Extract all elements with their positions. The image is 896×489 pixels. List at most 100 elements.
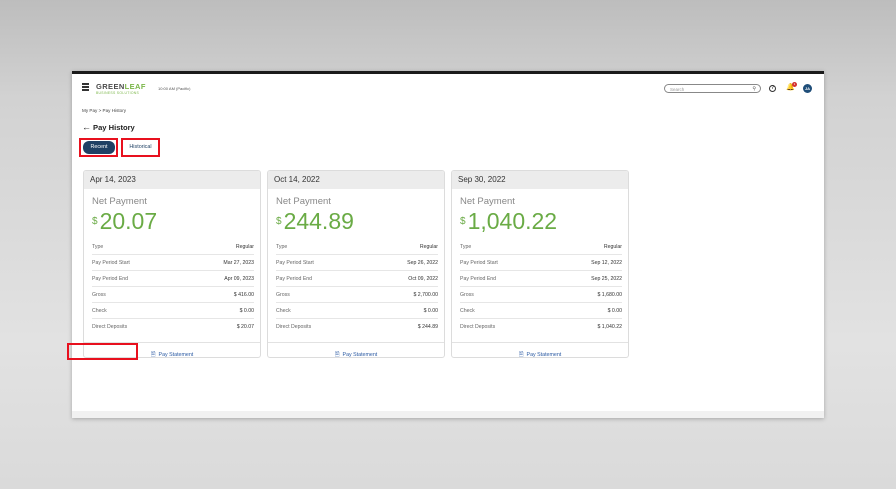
current-time: 10:00 AM (Pacific) [158, 86, 191, 91]
row-value: $ 244.89 [417, 324, 438, 330]
net-payment-label: Net Payment [92, 196, 147, 207]
row-label: Pay Period Start [460, 259, 498, 266]
row-value: $ 416.00 [233, 291, 254, 298]
pay-details: Type Regular Pay Period Start Mar 27, 2023… [92, 239, 254, 335]
card-footer: 🗎 Pay Statement [268, 342, 444, 358]
logo-text-leaf: LEAF [124, 82, 146, 91]
row-value: Sep 26, 2022 [407, 259, 438, 266]
row-period-start: Pay Period Start Sep 12, 2022 [460, 255, 622, 271]
row-value: Regular [603, 243, 622, 250]
net-payment-amount: $244.89 [276, 208, 354, 235]
pay-statement-button[interactable]: 🗎 Pay Statement [150, 347, 194, 358]
row-period-end: Pay Period End Oct 09, 2022 [276, 271, 438, 287]
row-gross: Gross $ 1,680.00 [460, 287, 622, 303]
pay-card: Apr 14, 2023 Net Payment $20.07 Type Regu… [83, 170, 261, 358]
document-icon: 🗎 [518, 352, 524, 358]
logo-text-green: GREEN [96, 82, 125, 91]
pay-statement-button[interactable]: 🗎 Pay Statement [518, 347, 562, 358]
row-value: Mar 27, 2023 [223, 259, 254, 266]
row-period-end: Pay Period End Sep 25, 2022 [460, 271, 622, 287]
row-value: Apr 09, 2023 [224, 275, 254, 282]
net-payment-amount: $20.07 [92, 208, 157, 235]
net-payment-label: Net Payment [276, 196, 331, 207]
row-value: Regular [235, 243, 254, 250]
pay-card: Oct 14, 2022 Net Payment $244.89 Type Reg… [267, 170, 445, 358]
pay-date: Oct 14, 2022 [268, 171, 444, 189]
row-label: Check [460, 307, 475, 314]
row-label: Gross [276, 291, 290, 298]
row-direct-deposits: Direct Deposits $ 244.89 [276, 319, 438, 335]
search-input[interactable] [670, 86, 748, 92]
pay-statement-button[interactable]: 🗎 Pay Statement [334, 347, 378, 358]
row-direct-deposits: Direct Deposits $ 1,040.22 [460, 319, 622, 335]
row-label: Direct Deposits [276, 324, 312, 330]
net-payment-value: 20.07 [99, 208, 158, 234]
row-gross: Gross $ 2,700.00 [276, 287, 438, 303]
pay-statement-label: Pay Statement [158, 352, 194, 358]
row-label: Pay Period End [460, 275, 497, 282]
currency-symbol: $ [460, 216, 466, 227]
row-label: Gross [460, 291, 474, 298]
row-label: Type [92, 243, 104, 250]
row-label: Check [276, 307, 291, 314]
row-label: Type [276, 243, 288, 250]
search-box[interactable]: ⚲ [664, 84, 761, 93]
net-payment-amount: $1,040.22 [460, 208, 557, 235]
row-value: Sep 12, 2022 [591, 259, 622, 266]
row-label: Pay Period End [276, 275, 313, 282]
tab-historical[interactable]: Historical [124, 141, 157, 154]
currency-symbol: $ [276, 216, 282, 227]
menu-icon[interactable] [82, 83, 89, 91]
back-arrow-icon[interactable]: ← [82, 122, 91, 132]
company-logo[interactable]: GREENLEAF BUSINESS SOLUTIONS [96, 83, 152, 97]
page-title: Pay History [93, 123, 135, 132]
pay-date: Sep 30, 2022 [452, 171, 628, 189]
pay-statement-label: Pay Statement [526, 352, 562, 358]
row-value: Oct 09, 2022 [408, 275, 438, 282]
row-value: Sep 25, 2022 [591, 275, 622, 282]
row-type: Type Regular [92, 239, 254, 255]
row-period-end: Pay Period End Apr 09, 2023 [92, 271, 254, 287]
currency-symbol: $ [92, 216, 98, 227]
row-label: Gross [92, 291, 106, 298]
breadcrumb[interactable]: My Pay > Pay History [82, 108, 126, 113]
row-check: Check $ 0.00 [276, 303, 438, 319]
pay-details: Type Regular Pay Period Start Sep 12, 2022… [460, 239, 622, 335]
tab-recent[interactable]: Recent [83, 141, 115, 154]
net-payment-value: 244.89 [283, 208, 354, 234]
row-check: Check $ 0.00 [460, 303, 622, 319]
row-value: $ 0.00 [607, 307, 622, 314]
row-label: Direct Deposits [460, 324, 496, 330]
pay-date: Apr 14, 2023 [84, 171, 260, 189]
pay-details: Type Regular Pay Period Start Sep 26, 2022… [276, 239, 438, 335]
row-label: Pay Period Start [92, 259, 130, 266]
row-type: Type Regular [276, 239, 438, 255]
logo-subtitle: BUSINESS SOLUTIONS [96, 91, 140, 95]
avatar[interactable]: JA [803, 84, 812, 93]
row-direct-deposits: Direct Deposits $ 20.07 [92, 319, 254, 335]
help-icon[interactable]: ? [769, 85, 776, 92]
search-icon[interactable]: ⚲ [752, 86, 756, 92]
footer-strip [72, 411, 824, 418]
highlight-box-pay-statement [67, 343, 138, 360]
row-value: $ 0.00 [423, 307, 438, 314]
net-payment-label: Net Payment [460, 196, 515, 207]
app-window: GREENLEAF BUSINESS SOLUTIONS 10:00 AM (P… [72, 71, 824, 418]
row-value: $ 20.07 [236, 324, 254, 330]
net-payment-value: 1,040.22 [467, 208, 558, 234]
document-icon: 🗎 [150, 352, 156, 358]
row-label: Pay Period Start [276, 259, 314, 266]
row-value: $ 1,040.22 [597, 324, 622, 330]
pay-card: Sep 30, 2022 Net Payment $1,040.22 Type R… [451, 170, 629, 358]
row-value: Regular [419, 243, 438, 250]
row-gross: Gross $ 416.00 [92, 287, 254, 303]
row-type: Type Regular [460, 239, 622, 255]
row-check: Check $ 0.00 [92, 303, 254, 319]
top-border [72, 71, 824, 74]
pay-statement-label: Pay Statement [342, 352, 378, 358]
document-icon: 🗎 [334, 352, 340, 358]
row-value: $ 0.00 [239, 307, 254, 314]
row-label: Pay Period End [92, 275, 129, 282]
row-period-start: Pay Period Start Sep 26, 2022 [276, 255, 438, 271]
row-value: $ 1,680.00 [597, 291, 622, 298]
